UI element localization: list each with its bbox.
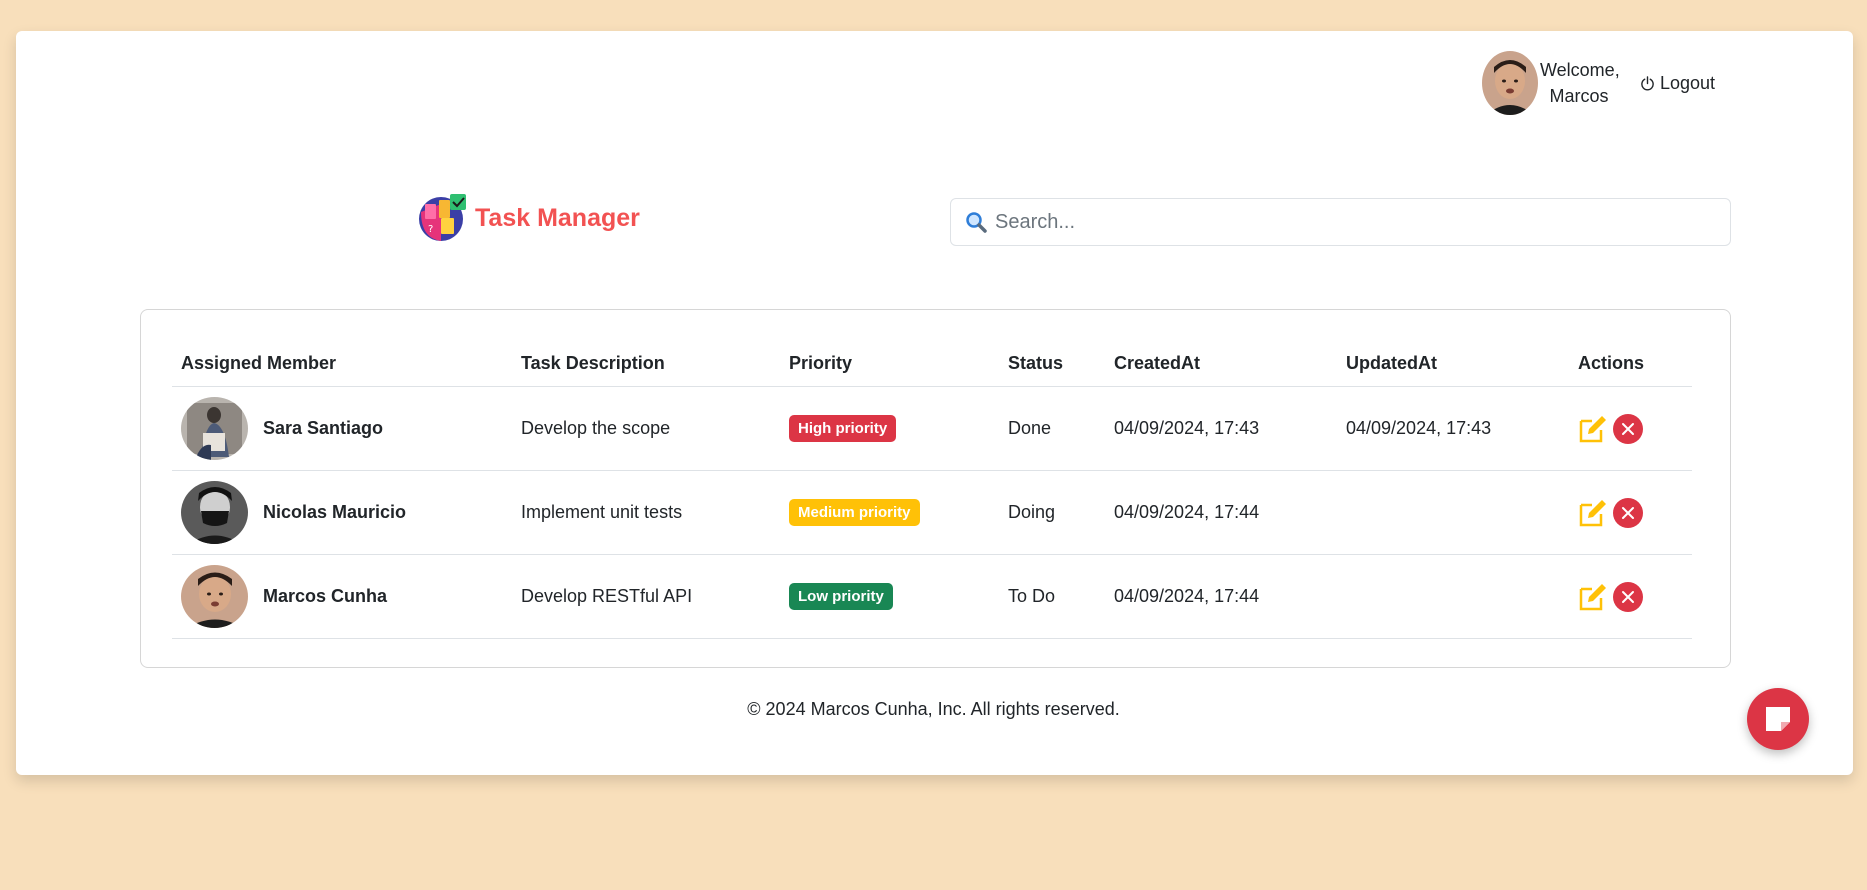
- user-avatar[interactable]: [1482, 51, 1538, 115]
- priority-cell: High priority: [789, 415, 1008, 442]
- pencil-square-icon: [1579, 583, 1606, 610]
- logout-label: Logout: [1660, 72, 1716, 93]
- brand: ? Task Manager: [419, 194, 640, 242]
- priority-badge: High priority: [789, 415, 897, 442]
- main-card: Welcome, Marcos Logout ? Task Manager Se…: [16, 31, 1853, 775]
- actions-cell: [1578, 413, 1692, 444]
- avatar: [181, 481, 248, 544]
- delete-button[interactable]: [1613, 497, 1643, 528]
- add-task-button[interactable]: [1747, 688, 1809, 750]
- member-cell: Nicolas Mauricio: [172, 481, 521, 544]
- x-circle-icon: [1622, 506, 1634, 519]
- priority-badge: Low priority: [789, 583, 893, 610]
- welcome-line: Welcome,: [1540, 60, 1620, 80]
- priority-cell: Low priority: [789, 583, 1008, 610]
- search-icon: [966, 212, 987, 233]
- priority-badge: Medium priority: [789, 499, 920, 526]
- task-description: Develop RESTful API: [521, 586, 693, 606]
- x-circle-icon: [1622, 422, 1634, 435]
- tasks-table-card: Assigned Member Task Description Priorit…: [140, 309, 1731, 668]
- logout-button[interactable]: Logout: [1640, 73, 1715, 94]
- column-header-created-at: CreatedAt: [1114, 352, 1201, 373]
- delete-button[interactable]: [1613, 413, 1643, 444]
- actions-cell: [1578, 497, 1692, 528]
- column-header-task-description: Task Description: [521, 352, 665, 373]
- actions-cell: [1578, 581, 1692, 612]
- delete-button[interactable]: [1613, 581, 1643, 612]
- tasks-table: Assigned Member Task Description Priorit…: [172, 340, 1692, 639]
- search-input[interactable]: [995, 210, 1695, 234]
- pencil-square-icon: [1579, 499, 1606, 526]
- welcome-username: Marcos: [1549, 86, 1609, 106]
- member-cell: Marcos Cunha: [172, 565, 521, 628]
- column-header-priority: Priority: [789, 352, 853, 373]
- created-at: 04/09/2024, 17:44: [1114, 586, 1260, 606]
- updated-at: 04/09/2024, 17:43: [1346, 418, 1492, 438]
- table-row: Marcos Cunha Develop RESTful API Low pri…: [172, 555, 1692, 639]
- column-header-actions: Actions: [1578, 352, 1645, 373]
- edit-button[interactable]: [1578, 498, 1608, 528]
- x-circle-icon: [1622, 590, 1634, 603]
- task-manager-logo-icon: ?: [419, 194, 467, 242]
- svg-text:?: ?: [428, 224, 433, 235]
- table-header-row: Assigned Member Task Description Priorit…: [172, 340, 1692, 387]
- footer-copyright: © 2024 Marcos Cunha, Inc. All rights res…: [747, 699, 1120, 719]
- edit-button[interactable]: [1578, 414, 1608, 444]
- edit-button[interactable]: [1578, 582, 1608, 612]
- member-name: Marcos Cunha: [263, 586, 388, 606]
- task-description: Implement unit tests: [521, 502, 683, 522]
- created-at: 04/09/2024, 17:44: [1114, 502, 1260, 522]
- avatar: [181, 397, 248, 460]
- table-row: Nicolas Mauricio Implement unit tests Me…: [172, 471, 1692, 555]
- search-box[interactable]: [950, 198, 1731, 246]
- sticky-note-icon: [1766, 707, 1790, 731]
- avatar: [181, 565, 248, 628]
- column-header-status: Status: [1008, 352, 1064, 373]
- member-cell: Sara Santiago: [172, 397, 521, 460]
- member-name: Sara Santiago: [263, 418, 384, 438]
- created-at: 04/09/2024, 17:43: [1114, 418, 1260, 438]
- member-name: Nicolas Mauricio: [263, 502, 407, 522]
- welcome-text: Welcome, Marcos: [1540, 57, 1620, 109]
- status-text: Done: [1008, 418, 1052, 438]
- table-row: Sara Santiago Develop the scope High pri…: [172, 387, 1692, 471]
- power-icon: [1641, 75, 1654, 90]
- priority-cell: Medium priority: [789, 499, 1008, 526]
- pencil-square-icon: [1579, 415, 1606, 442]
- task-description: Develop the scope: [521, 418, 671, 438]
- status-text: Doing: [1008, 502, 1056, 522]
- status-text: To Do: [1008, 586, 1056, 606]
- user-area: Welcome, Marcos Logout: [1482, 50, 1715, 116]
- column-header-updated-at: UpdatedAt: [1346, 352, 1437, 373]
- app-title: Task Manager: [475, 203, 640, 232]
- column-header-assigned-member: Assigned Member: [181, 352, 337, 373]
